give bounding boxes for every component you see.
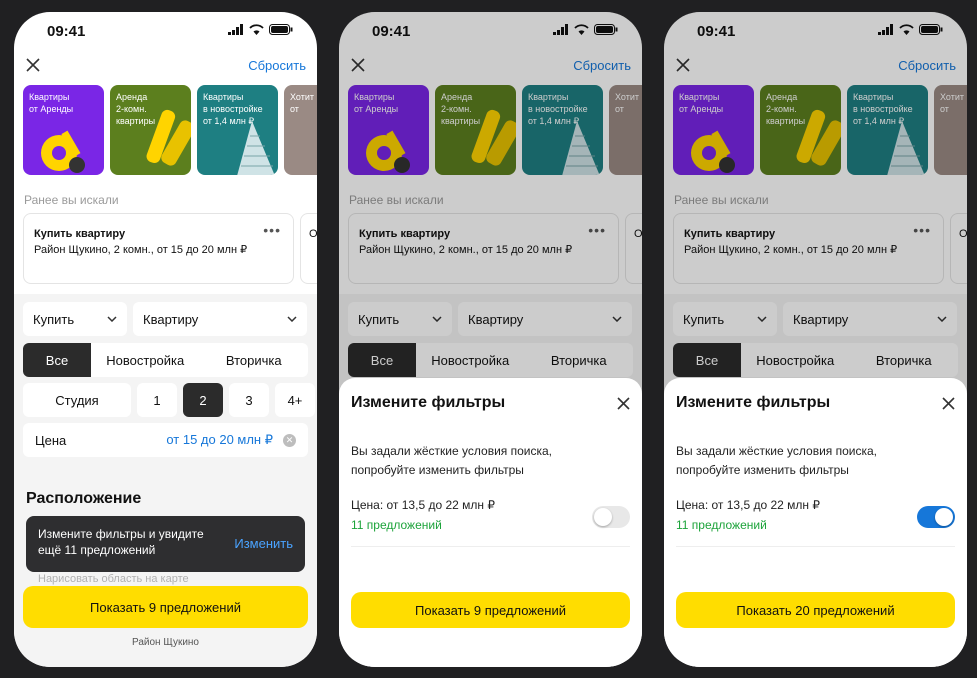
location-title: Расположение (26, 490, 142, 507)
phone-screen-filters: 09:41 Сбросить Квартиры от Аренды Аренда… (14, 12, 317, 667)
rooms-selector: Студия 1 2 3 4+ (23, 383, 315, 417)
close-icon[interactable] (26, 58, 40, 72)
show-offers-button[interactable]: Показать 9 предложений (351, 592, 630, 628)
tab-secondary[interactable]: Вторичка (200, 343, 309, 377)
recent-searches-label: Ранее вы искали (24, 193, 119, 207)
more-options-icon[interactable]: ••• (263, 222, 281, 238)
room-3[interactable]: 3 (229, 383, 269, 417)
banner-rent-apartments[interactable]: Квартиры от Аренды (23, 85, 104, 175)
recent-search-card-2[interactable]: О (300, 213, 317, 284)
battery-icon (269, 24, 293, 35)
toggle-knob (594, 508, 612, 526)
divider (676, 546, 955, 547)
phone-screen-sheet-off: 09:41 Сбросить Квартиры от Аренды Аренда… (339, 12, 642, 667)
tab-all[interactable]: Все (23, 343, 91, 377)
price-value: от 15 до 20 млн ₽ (166, 432, 273, 447)
deal-type-select[interactable]: Купить (23, 302, 127, 336)
district-caption: Район Щукино (132, 637, 199, 648)
show-offers-button[interactable]: Показать 20 предложений (676, 592, 955, 628)
sheet-description: Вы задали жёсткие условия поиска, попроб… (351, 444, 552, 477)
suggested-price-toggle[interactable] (917, 506, 955, 528)
status-time: 09:41 (47, 23, 86, 40)
sheet-title: Измените фильтры (676, 394, 831, 411)
price-label: Цена (35, 432, 67, 448)
change-filters-sheet: Измените фильтры Вы задали жёсткие услов… (664, 378, 967, 667)
divider (351, 546, 630, 547)
wifi-icon (249, 24, 264, 35)
toggle-knob (935, 508, 953, 526)
suggested-price: Цена: от 13,5 до 22 млн ₽ (351, 498, 495, 512)
suggested-count: 11 предложений (676, 518, 767, 532)
draw-area-hint[interactable]: Нарисовать область на карте (38, 573, 189, 585)
clear-icon[interactable]: ✕ (283, 433, 296, 447)
tab-new-building[interactable]: Новостройка (91, 343, 200, 377)
suggested-price: Цена: от 13,5 до 22 млн ₽ (676, 498, 820, 512)
show-offers-button[interactable]: Показать 9 предложений (23, 586, 308, 628)
banner-partial[interactable]: Хотит от (284, 85, 317, 175)
recent-search-card[interactable]: Купить квартиру Район Щукино, 2 комн., о… (23, 213, 294, 284)
sheet-close-icon[interactable] (942, 397, 955, 410)
building-icon (237, 121, 275, 175)
banner-rent-2rooms[interactable]: Аренда 2-комн. квартиры (110, 85, 191, 175)
room-2[interactable]: 2 (183, 383, 223, 417)
property-type-select[interactable]: Квартиру (133, 302, 307, 336)
chevron-down-icon (107, 316, 117, 322)
sheet-description: Вы задали жёсткие условия поиска, попроб… (676, 444, 877, 477)
reset-button[interactable]: Сбросить (248, 58, 306, 73)
room-1[interactable]: 1 (137, 383, 177, 417)
banner-new-buildings[interactable]: Квартиры в новостройке от 1,4 млн ₽ (197, 85, 278, 175)
market-segment-control: Все Новостройка Вторичка (23, 343, 308, 377)
toast-change-button[interactable]: Изменить (234, 536, 293, 552)
sheet-close-icon[interactable] (617, 397, 630, 410)
brush-icon (146, 109, 191, 166)
suggested-count: 11 предложений (351, 518, 442, 532)
room-4plus[interactable]: 4+ (275, 383, 315, 417)
chevron-down-icon (287, 316, 297, 322)
change-filters-sheet: Измените фильтры Вы задали жёсткие услов… (339, 378, 642, 667)
cellular-signal-icon (228, 24, 243, 35)
suggested-price-toggle[interactable] (592, 506, 630, 528)
room-studio[interactable]: Студия (23, 383, 131, 417)
change-filters-toast: Измените фильтры и увидите ещё 11 предло… (26, 516, 305, 572)
status-icons (228, 24, 293, 35)
key-icon (41, 130, 85, 173)
phone-screen-sheet-on: 09:41 Сбросить Квартиры от Аренды Аренда… (664, 12, 967, 667)
promo-banners: Квартиры от Аренды Аренда 2-комн. кварти… (23, 85, 317, 175)
price-field[interactable]: Цена от 15 до 20 млн ₽ ✕ (23, 423, 308, 457)
sheet-title: Измените фильтры (351, 394, 506, 411)
